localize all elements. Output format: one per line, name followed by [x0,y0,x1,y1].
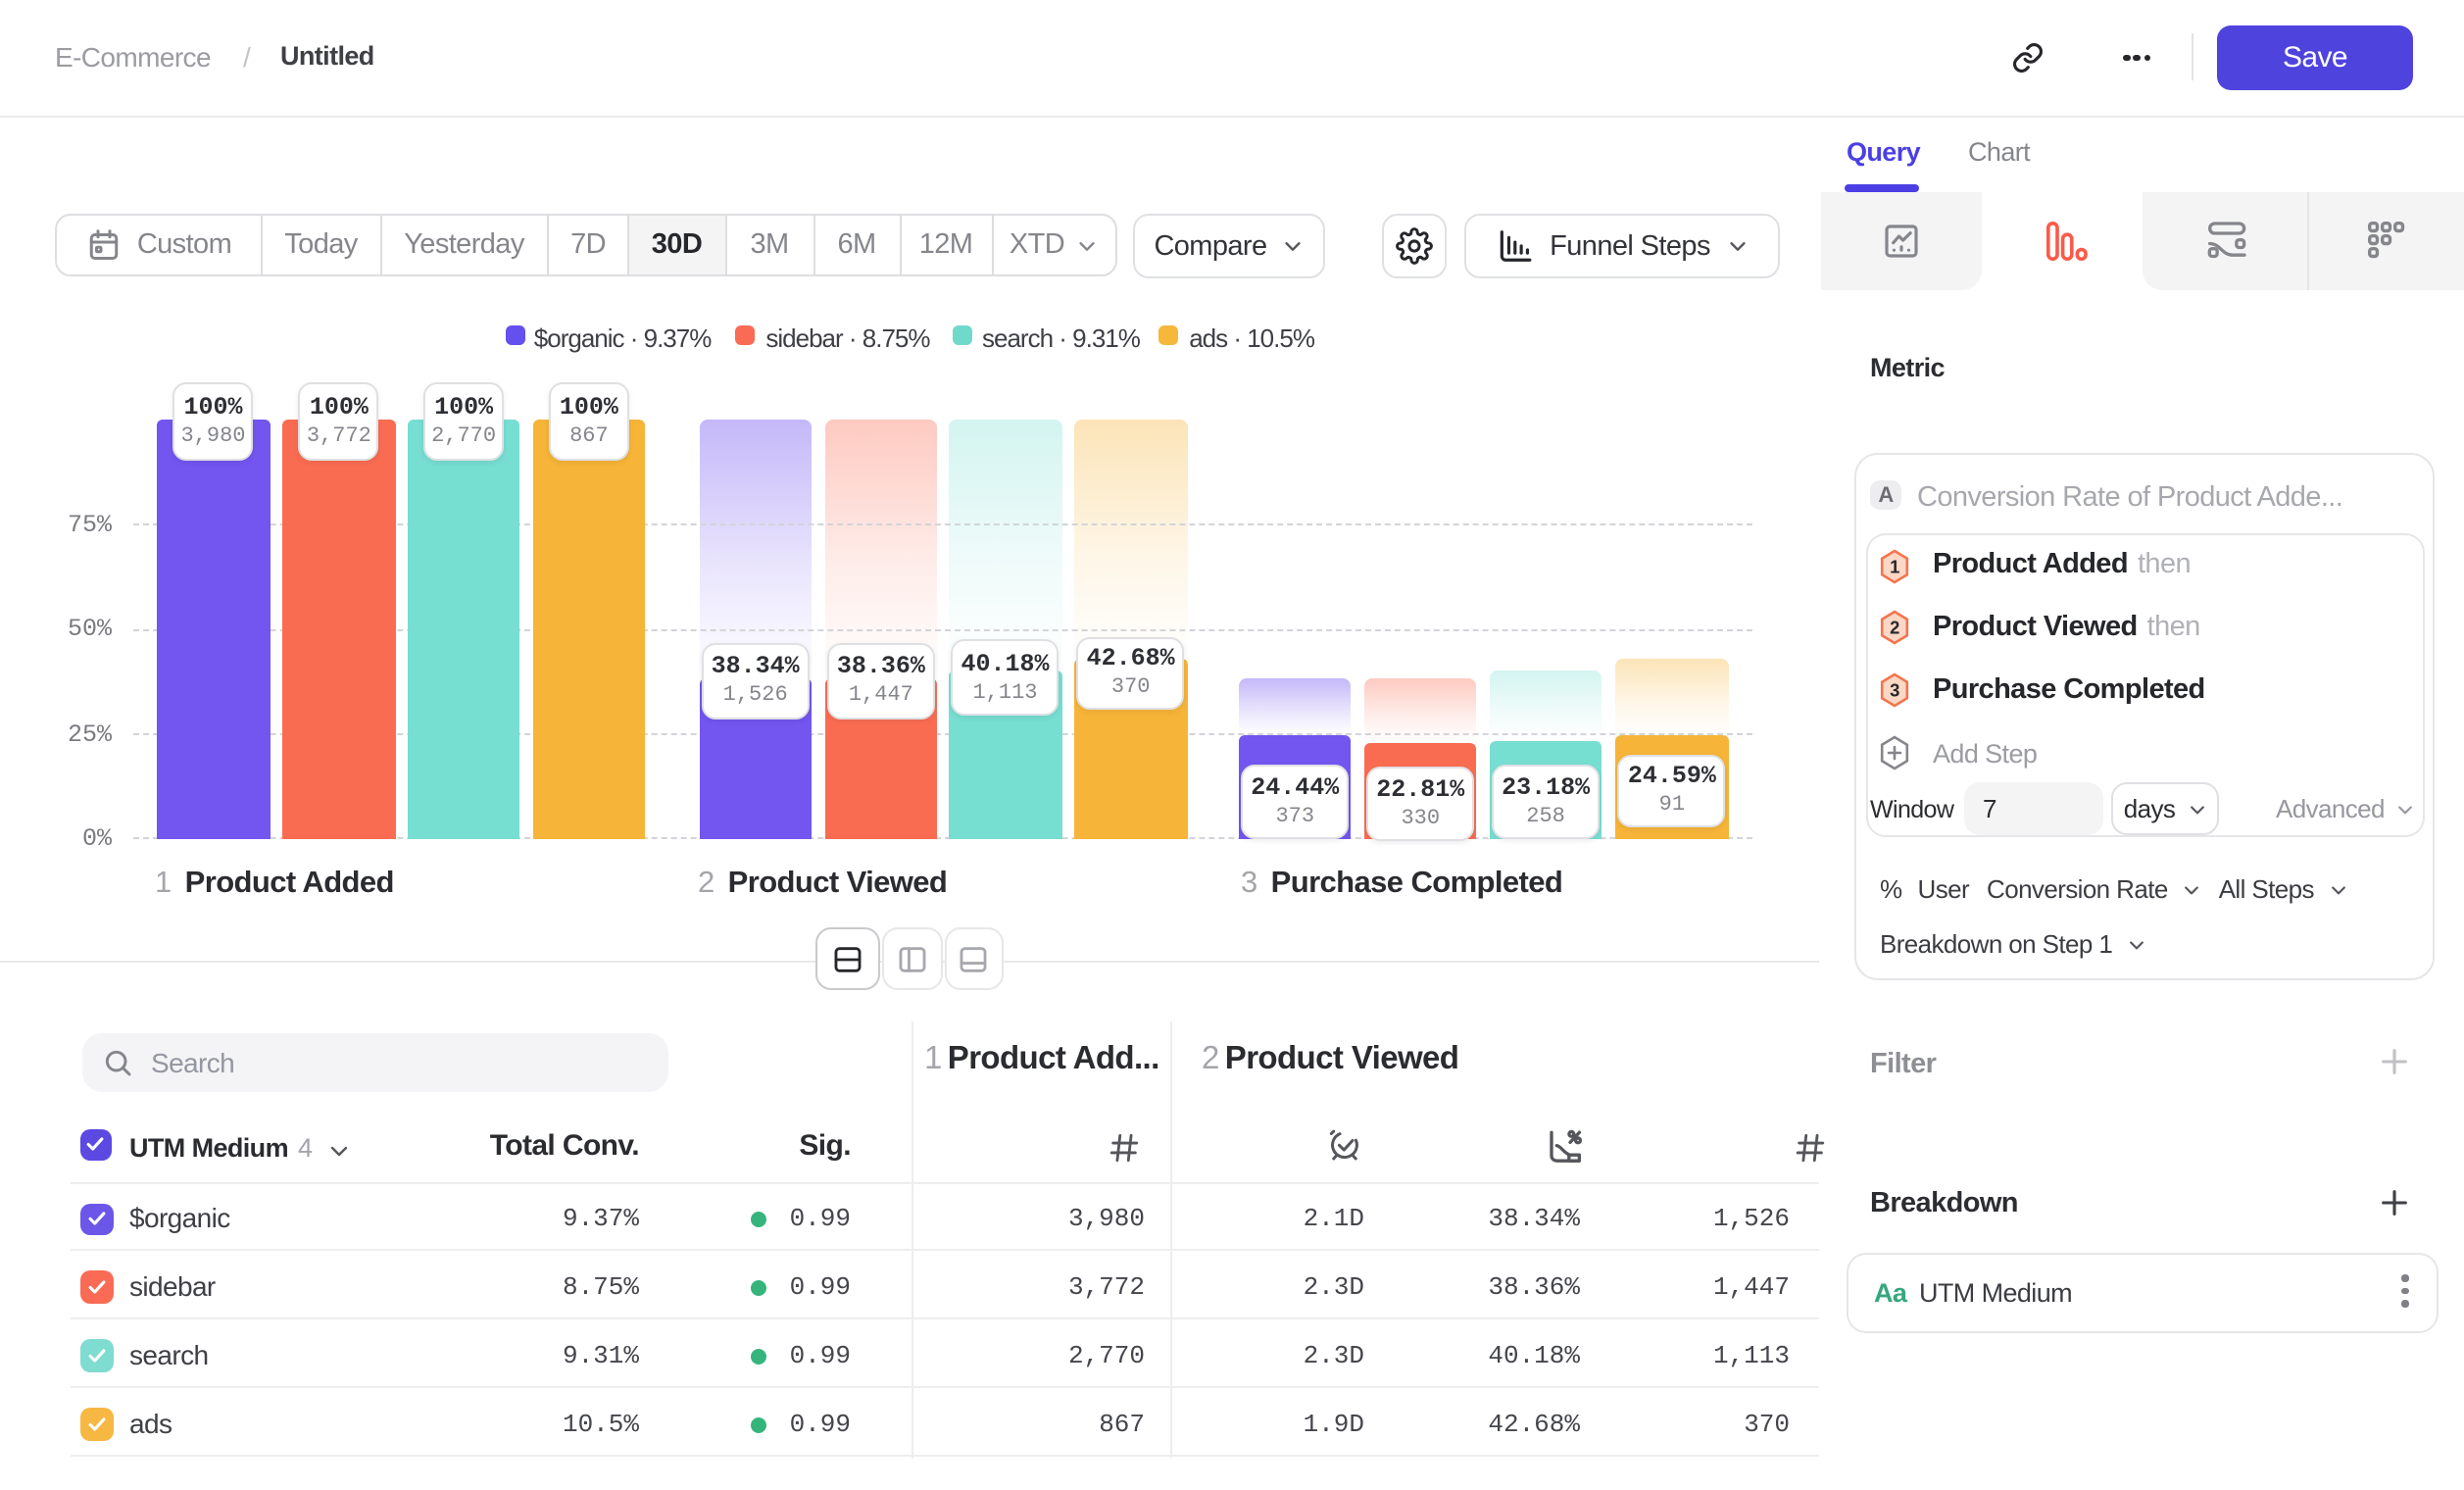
svg-text:3: 3 [1890,680,1899,701]
svg-text:1: 1 [1890,555,1899,575]
svg-text:2: 2 [1890,618,1899,638]
